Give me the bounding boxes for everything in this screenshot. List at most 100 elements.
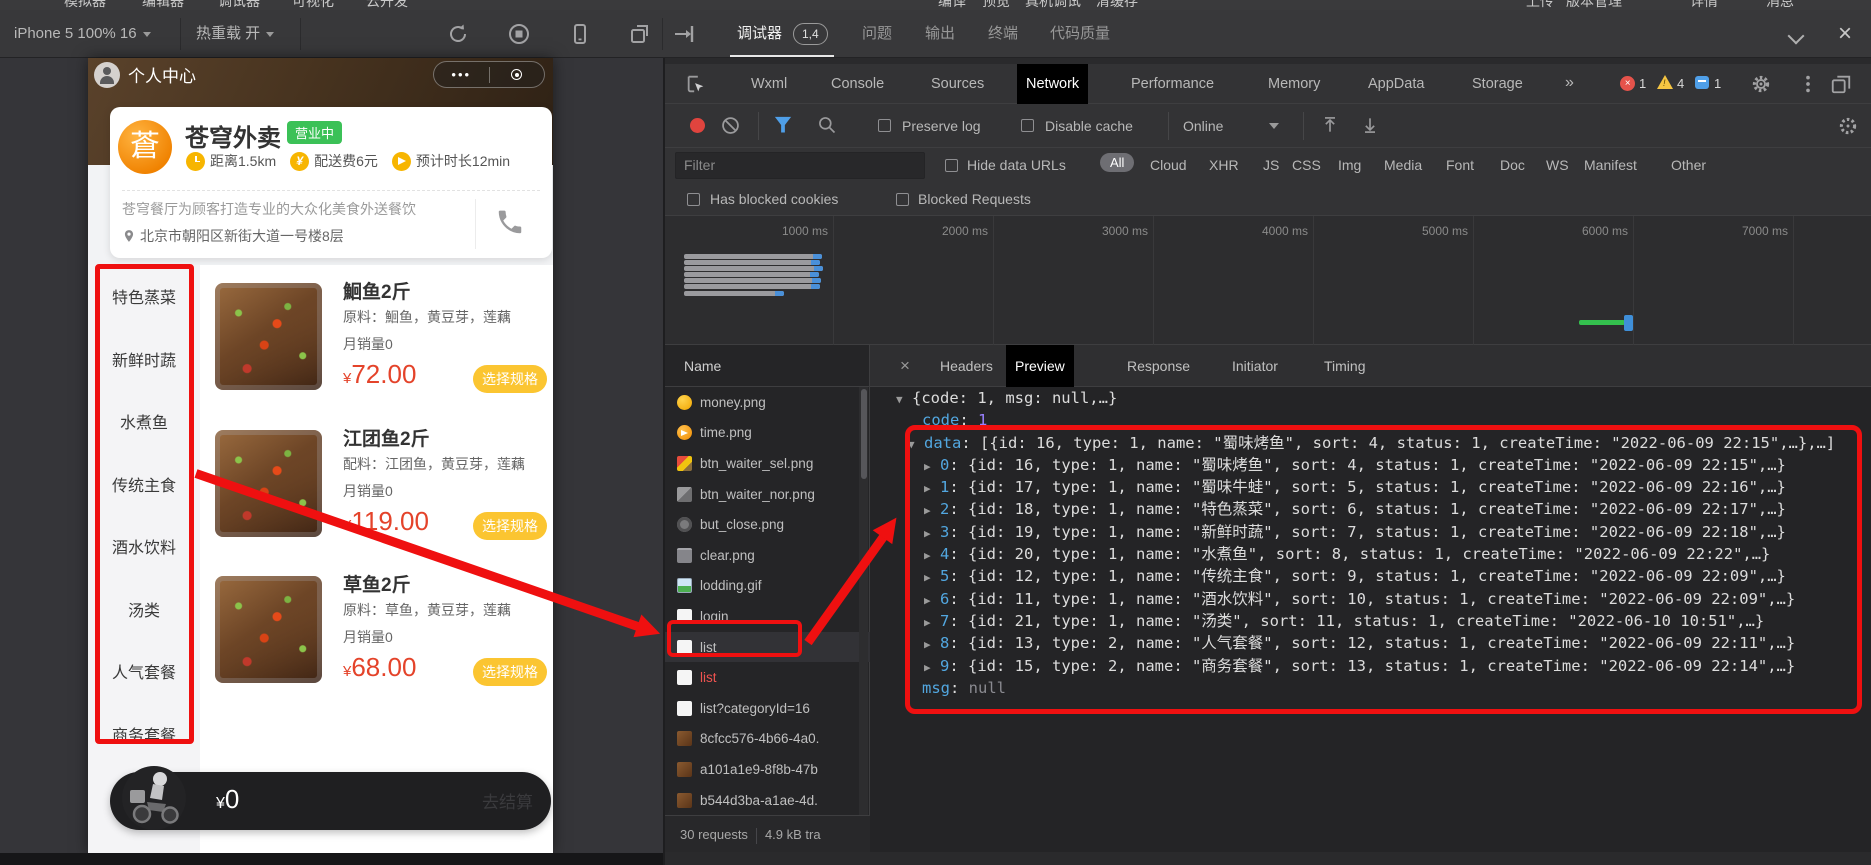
debugger-panel-tab[interactable]: 问题	[862, 10, 892, 58]
choose-spec-button[interactable]: 选择规格	[473, 511, 547, 540]
clear-icon[interactable]	[720, 115, 744, 139]
more-icon[interactable]: •••	[434, 67, 489, 82]
detail-tab[interactable]: Response	[1118, 345, 1199, 387]
resource-type-filter[interactable]: Manifest	[1584, 148, 1637, 183]
resource-type-filter[interactable]: Cloud	[1150, 148, 1187, 183]
preview-json-tree[interactable]: ▼ {code: 1, msg: null,…} code: 1 ▼ data: […	[870, 387, 1871, 852]
resource-type-filter[interactable]: Media	[1384, 148, 1422, 183]
json-array-item[interactable]: ▶ 0: {id: 16, type: 1, name: "蜀味烤鱼", sort…	[870, 454, 1871, 476]
category-item[interactable]: 人气套餐	[88, 640, 200, 703]
refresh-icon[interactable]	[446, 22, 470, 46]
resource-type-filter[interactable]: XHR	[1209, 148, 1239, 183]
request-row[interactable]: list?categoryId=16	[665, 693, 870, 724]
menu-item[interactable]: 清缓存	[1096, 0, 1138, 10]
detail-tab[interactable]: Preview	[1006, 345, 1074, 387]
collapsed-icon[interactable]: ▶	[924, 657, 940, 679]
json-array-item[interactable]: ▶ 6: {id: 11, type: 1, name: "酒水饮料", sort…	[870, 588, 1871, 610]
warning-badge-icon[interactable]	[1657, 75, 1673, 89]
menu-item[interactable]: 版本管理	[1566, 0, 1622, 10]
checkout-button[interactable]: 去结算	[482, 788, 533, 813]
devtools-tab[interactable]: AppData	[1359, 64, 1433, 104]
request-row[interactable]: but_close.png	[665, 509, 870, 540]
stop-icon[interactable]	[507, 22, 531, 46]
import-har-icon[interactable]	[1320, 115, 1344, 139]
resource-type-filter[interactable]: WS	[1546, 148, 1569, 183]
collapsed-icon[interactable]: ▶	[924, 567, 940, 589]
category-item[interactable]: 水煮鱼	[88, 390, 200, 453]
resource-type-filter[interactable]: Doc	[1500, 148, 1525, 183]
resource-type-filter[interactable]: Other	[1671, 148, 1706, 183]
choose-spec-button[interactable]: 选择规格	[473, 365, 547, 393]
message-badge-icon[interactable]	[1695, 76, 1709, 89]
request-row[interactable]: clear.png	[665, 540, 870, 571]
request-row[interactable]: time.png	[665, 418, 870, 449]
category-item[interactable]: 酒水饮料	[88, 515, 200, 578]
collapsed-icon[interactable]: ▶	[924, 545, 940, 567]
json-array-item[interactable]: ▶ 2: {id: 18, type: 1, name: "特色蒸菜", sort…	[870, 498, 1871, 520]
debugger-panel-tab[interactable]: 代码质量	[1050, 10, 1110, 58]
collapsed-icon[interactable]: ▶	[924, 523, 940, 545]
filter-input[interactable]: Filter	[675, 152, 925, 179]
record-icon[interactable]	[690, 118, 705, 133]
json-array-item[interactable]: ▶ 5: {id: 12, type: 1, name: "传统主食", sort…	[870, 565, 1871, 587]
devtools-tab[interactable]: Sources	[922, 64, 993, 104]
disable-cache-checkbox[interactable]	[1021, 119, 1034, 132]
expanded-icon[interactable]: ▼	[908, 434, 924, 456]
json-array-item[interactable]: ▶ 1: {id: 17, type: 1, name: "蜀味牛蛙", sort…	[870, 476, 1871, 498]
request-row[interactable]: 8cfcc576-4b66-4a0.	[665, 724, 870, 755]
category-item[interactable]: 新鲜时蔬	[88, 328, 200, 391]
json-root-line[interactable]: ▼ {code: 1, msg: null,…}	[870, 387, 1871, 409]
search-icon[interactable]	[817, 115, 841, 139]
more-tabs-icon[interactable]: »	[1565, 64, 1574, 104]
network-overview-timeline[interactable]: 1000 ms 2000 ms 3000 ms 4000 ms 5000 ms 6000 …	[665, 215, 1871, 346]
request-row[interactable]: list	[665, 662, 870, 693]
menu-item[interactable]: 云开发	[366, 0, 408, 10]
resource-type-filter[interactable]: Img	[1338, 148, 1361, 183]
category-item[interactable]: 特色蒸菜	[88, 265, 200, 328]
menu-item[interactable]: 调试器	[218, 0, 260, 10]
devtools-tab[interactable]: Memory	[1259, 64, 1329, 104]
json-data-line[interactable]: ▼ data: [{id: 16, type: 1, name: "蜀味烤鱼", …	[870, 432, 1871, 454]
inspect-icon[interactable]	[685, 73, 709, 97]
menu-item[interactable]: 模拟器	[64, 0, 106, 10]
request-row[interactable]: b544d3ba-a1ae-4d.	[665, 785, 870, 815]
json-array-item[interactable]: ▶ 7: {id: 21, type: 1, name: "汤类", sort: …	[870, 610, 1871, 632]
menu-item[interactable]: 消息	[1766, 0, 1794, 10]
timeline-scrubber-handle[interactable]	[1624, 315, 1633, 331]
undock-window-icon[interactable]	[1830, 73, 1854, 97]
menu-item[interactable]: 详情	[1690, 0, 1718, 10]
devtools-tab[interactable]: Storage	[1463, 64, 1532, 104]
request-row[interactable]: money.png	[665, 387, 870, 418]
category-item[interactable]: 传统主食	[88, 453, 200, 516]
menu-item[interactable]: 预览	[982, 0, 1010, 10]
menu-item[interactable]: 可视化	[292, 0, 334, 10]
choose-spec-button[interactable]: 选择规格	[473, 658, 547, 686]
hot-reload-toggle[interactable]: 热重载 开	[196, 10, 275, 58]
collapsed-icon[interactable]: ▶	[924, 590, 940, 612]
throttling-select[interactable]: Online	[1183, 104, 1223, 148]
error-badge-icon[interactable]: ×	[1620, 76, 1635, 91]
json-array-item[interactable]: ▶ 9: {id: 15, type: 2, name: "商务套餐", sort…	[870, 655, 1871, 677]
hide-data-urls-checkbox[interactable]	[945, 159, 958, 172]
phone-device-icon[interactable]	[568, 22, 592, 46]
resource-type-filter[interactable]: JS	[1263, 148, 1279, 183]
menu-item[interactable]: 上传	[1526, 0, 1554, 10]
has-blocked-cookies-checkbox[interactable]	[687, 193, 700, 206]
menu-item[interactable]: 真机调试	[1025, 0, 1081, 10]
category-item[interactable]: 汤类	[88, 578, 200, 641]
debugger-panel-tab[interactable]: 终端	[988, 10, 1018, 58]
request-row[interactable]: login	[665, 601, 870, 632]
request-row[interactable]: btn_waiter_nor.png	[665, 479, 870, 510]
export-har-icon[interactable]	[1360, 115, 1384, 139]
devtools-tab[interactable]: Performance	[1122, 64, 1223, 104]
collapsed-icon[interactable]: ▶	[924, 612, 940, 634]
detail-tab[interactable]: Headers	[931, 345, 1002, 387]
expanded-icon[interactable]: ▼	[896, 389, 912, 411]
devtools-tab[interactable]: Console	[822, 64, 893, 104]
filter-all-pill[interactable]: All	[1100, 153, 1135, 172]
close-icon[interactable]: ×	[1838, 16, 1852, 52]
request-row[interactable]: lodding.gif	[665, 571, 870, 602]
collapsed-icon[interactable]: ▶	[924, 500, 940, 522]
menu-item[interactable]: 编辑器	[142, 0, 184, 10]
gear-icon[interactable]	[1750, 73, 1774, 97]
